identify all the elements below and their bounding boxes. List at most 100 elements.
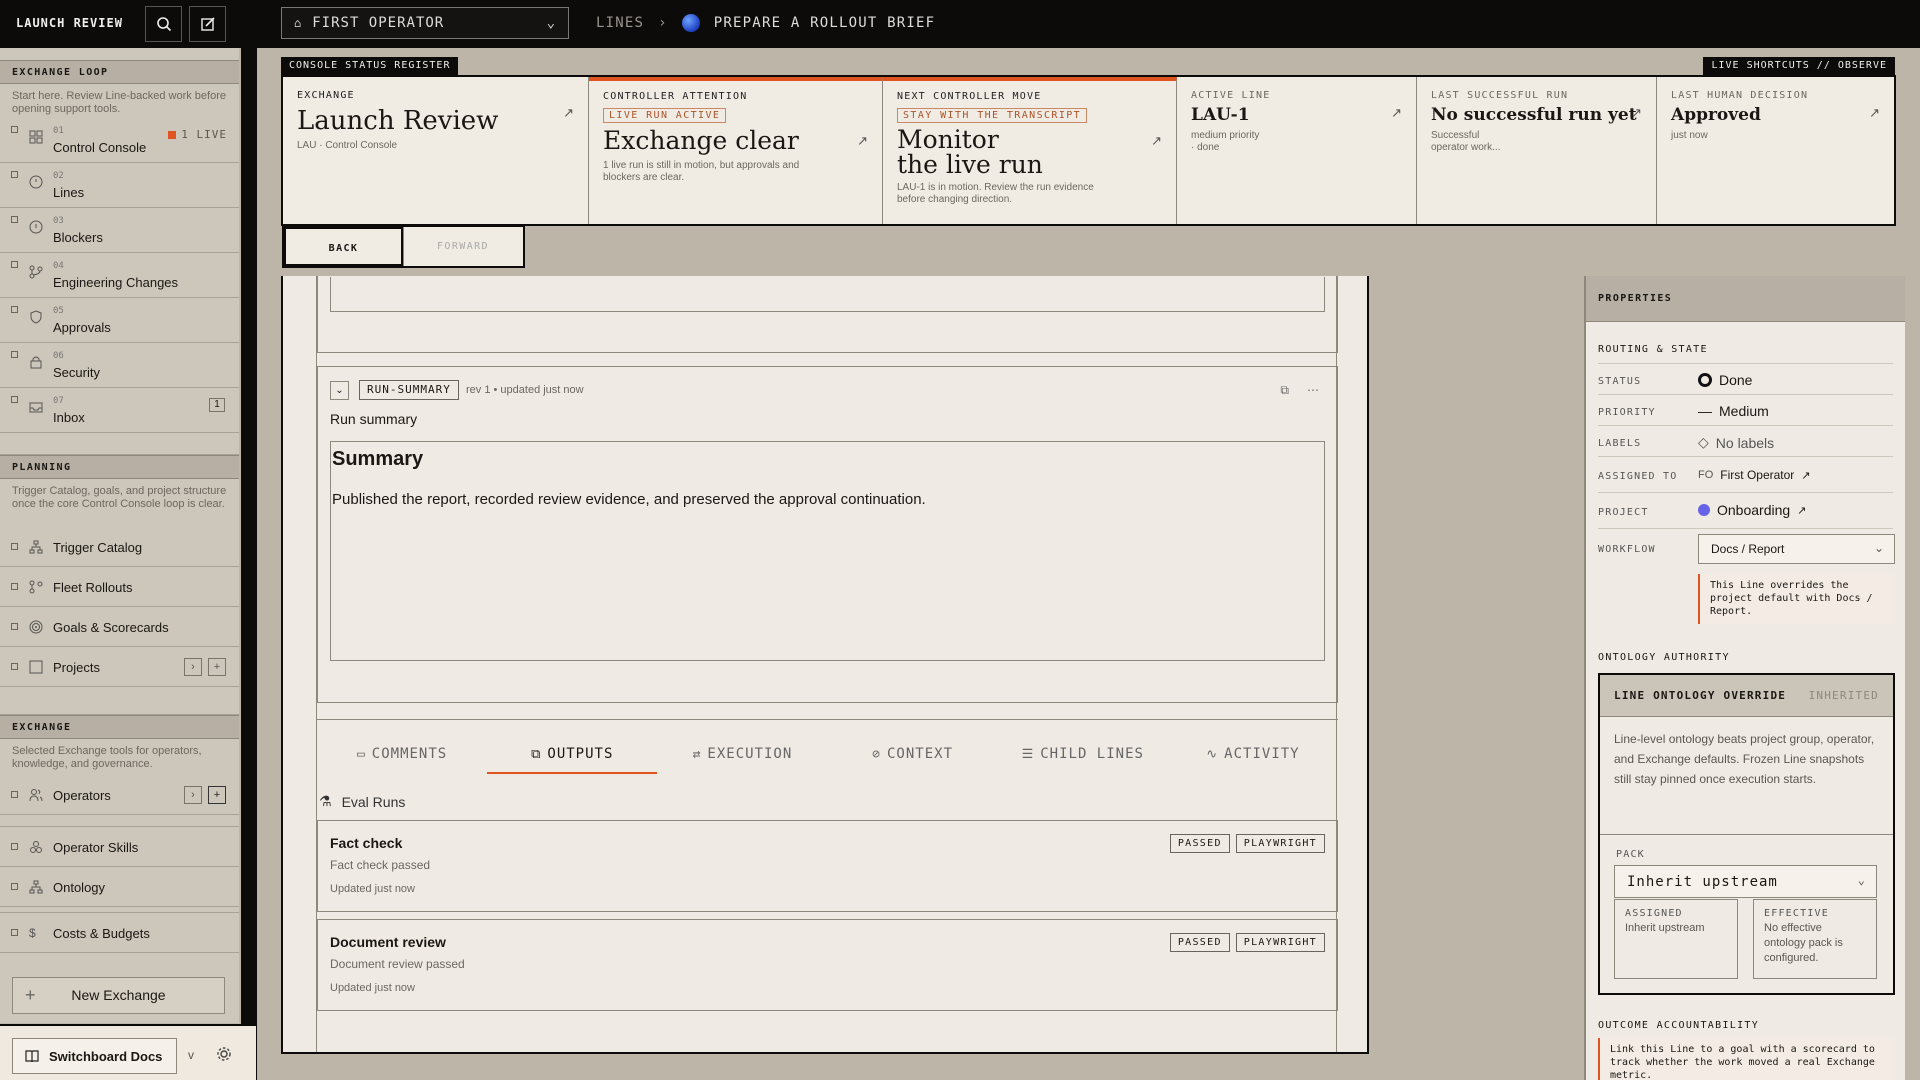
item-label: Fleet Rollouts	[53, 580, 133, 595]
summary-heading: Summary	[332, 448, 424, 470]
cell-value: No successful run yet	[1431, 105, 1637, 125]
section-description: Selected Exchange tools for operators, k…	[12, 745, 202, 770]
copy-icon[interactable]: ⧉	[1280, 383, 1289, 398]
checkbox[interactable]	[11, 396, 18, 403]
shield-icon	[30, 310, 42, 324]
sidebar-item-blockers[interactable]: 03 Blockers	[0, 208, 239, 253]
sidebar-item-ontology[interactable]: Ontology	[0, 867, 239, 907]
cell-key: LAST SUCCESSFUL RUN	[1431, 90, 1569, 101]
register-last-run[interactable]: LAST SUCCESSFUL RUN No successful run ye…	[1417, 77, 1657, 224]
back-button[interactable]: BACK	[284, 227, 403, 266]
sidebar-item-fleet-rollouts[interactable]: Fleet Rollouts	[0, 567, 239, 607]
checkbox[interactable]	[11, 843, 18, 850]
sidebar-item-projects[interactable]: Projects › +	[0, 647, 239, 687]
workflow-select[interactable]: Docs / Report ⌄	[1698, 534, 1895, 564]
checkbox[interactable]	[11, 306, 18, 313]
tab-activity[interactable]: ∿ ACTIVITY	[1168, 740, 1338, 774]
register-last-decision[interactable]: LAST HUMAN DECISION Approved just now ↗	[1657, 77, 1894, 224]
summary-editor[interactable]: Summary Published the report, recorded r…	[330, 441, 1325, 661]
arrow-up-right-icon: ↗	[1151, 133, 1162, 148]
checkbox[interactable]	[11, 126, 18, 133]
tab-context[interactable]: ⊘ CONTEXT	[828, 740, 998, 774]
add-operator-button[interactable]: +	[208, 786, 226, 804]
pack-select[interactable]: Inherit upstream ⌄	[1614, 865, 1877, 898]
sidebar-item-lines[interactable]: 02 Lines	[0, 163, 239, 208]
checkbox[interactable]	[11, 261, 18, 268]
new-exchange-label: New Exchange	[71, 987, 166, 1003]
breadcrumb-lines[interactable]: LINES	[596, 15, 644, 31]
sidebar-item-operator-skills[interactable]: Operator Skills	[0, 827, 239, 867]
register-controller-attention[interactable]: CONTROLLER ATTENTION LIVE RUN ACTIVE Exc…	[589, 77, 883, 224]
new-exchange-button[interactable]: + New Exchange	[12, 977, 225, 1014]
robot-icon: ⌂	[294, 16, 303, 30]
sidebar-item-goals-scorecards[interactable]: Goals & Scorecards	[0, 607, 239, 647]
checkbox[interactable]	[11, 351, 18, 358]
more-icon[interactable]: ⋯	[1307, 383, 1319, 398]
section-heading-planning: PLANNING	[0, 455, 239, 479]
checkbox[interactable]	[11, 623, 18, 630]
checkbox[interactable]	[11, 663, 18, 670]
checkbox[interactable]	[11, 929, 18, 936]
sidebar-item-operators[interactable]: Operators › +	[0, 775, 239, 815]
add-project-button[interactable]: +	[208, 658, 226, 676]
search-icon	[156, 17, 171, 32]
priority-row[interactable]: PRIORITY — Medium	[1598, 395, 1893, 426]
eval-updated: Updated just now	[330, 982, 415, 994]
item-label: Projects	[53, 660, 100, 675]
ontology-override-header: LINE ONTOLOGY OVERRIDE INHERITED	[1600, 675, 1893, 717]
tab-child-lines[interactable]: ☰ CHILD LINES	[998, 740, 1168, 774]
sidebar-item-control-console[interactable]: 01 Control Console 1 LIVE	[0, 118, 239, 163]
item-label: Goals & Scorecards	[53, 620, 169, 635]
chevron-down-icon: ⌄	[1857, 873, 1866, 887]
item-label: Blockers	[53, 230, 103, 245]
register-active-line[interactable]: ACTIVE LINE LAU-1 medium priority · done…	[1177, 77, 1417, 224]
search-button[interactable]	[145, 6, 182, 42]
checkbox[interactable]	[11, 171, 18, 178]
sidebar-item-security[interactable]: 06 Security	[0, 343, 239, 388]
cell-value-2: the live run	[897, 150, 1043, 179]
sidebar-item-costs-budgets[interactable]: $ Costs & Budgets	[0, 913, 239, 953]
item-label: Ontology	[53, 880, 106, 895]
operator-select[interactable]: ⌂ FIRST OPERATOR ⌄	[281, 7, 569, 39]
gear-icon[interactable]	[216, 1046, 232, 1062]
labels-row[interactable]: LABELS ◇ No labels	[1598, 426, 1893, 457]
checkbox[interactable]	[11, 543, 18, 550]
previous-card	[317, 276, 1338, 353]
expand-button[interactable]: ›	[184, 658, 202, 676]
sidebar-item-approvals[interactable]: 05 Approvals	[0, 298, 239, 343]
register-next-move[interactable]: NEXT CONTROLLER MOVE STAY WITH THE TRANS…	[883, 77, 1177, 224]
forward-button[interactable]: FORWARD	[403, 227, 522, 266]
cell-value: LAU-1	[1191, 105, 1250, 125]
arrow-up-right-icon: ↗	[857, 133, 868, 148]
expand-button[interactable]: ›	[184, 786, 202, 804]
assigned-row[interactable]: ASSIGNED TO FO First Operator ↗	[1598, 457, 1893, 493]
shortcuts-label[interactable]: LIVE SHORTCUTS // OBSERVE	[1703, 57, 1895, 75]
tab-execution[interactable]: ⇄ EXECUTION	[657, 740, 827, 774]
status-row[interactable]: STATUS Done	[1598, 364, 1893, 395]
register-exchange[interactable]: EXCHANGE Launch Review LAU · Control Con…	[283, 77, 589, 224]
pack-label: PACK	[1616, 849, 1645, 860]
sidebar-item-trigger-catalog[interactable]: Trigger Catalog	[0, 527, 239, 567]
arrow-up-right-icon: ↗	[1391, 105, 1402, 120]
checkbox[interactable]	[11, 216, 18, 223]
tab-outputs[interactable]: ⧉ OUTPUTS	[487, 740, 658, 774]
version-toggle[interactable]: v	[188, 1048, 194, 1062]
tab-comments[interactable]: ▭ COMMENTS	[317, 740, 487, 774]
hierarchy-icon	[29, 880, 43, 894]
checkbox[interactable]	[11, 791, 18, 798]
eval-name: Fact check	[330, 835, 403, 851]
project-row[interactable]: PROJECT Onboarding ↗	[1598, 493, 1893, 529]
cell-value: Exchange clear	[603, 126, 799, 155]
docs-button[interactable]: Switchboard Docs	[12, 1038, 177, 1074]
workflow-value: Docs / Report	[1711, 542, 1785, 556]
cubes-icon	[30, 841, 42, 853]
sidebar-item-inbox[interactable]: 07 Inbox 1	[0, 388, 239, 433]
checkbox[interactable]	[11, 583, 18, 590]
collapse-toggle[interactable]: ⌄	[330, 381, 349, 400]
sidebar-item-engineering-changes[interactable]: 04 Engineering Changes	[0, 253, 239, 298]
checkbox[interactable]	[11, 883, 18, 890]
eval-run-card[interactable]: Document review Document review passed U…	[317, 919, 1338, 1011]
compose-button[interactable]	[189, 6, 226, 42]
eval-run-card[interactable]: Fact check Fact check passed Updated jus…	[317, 820, 1338, 912]
live-badge: 1 LIVE	[168, 128, 227, 141]
